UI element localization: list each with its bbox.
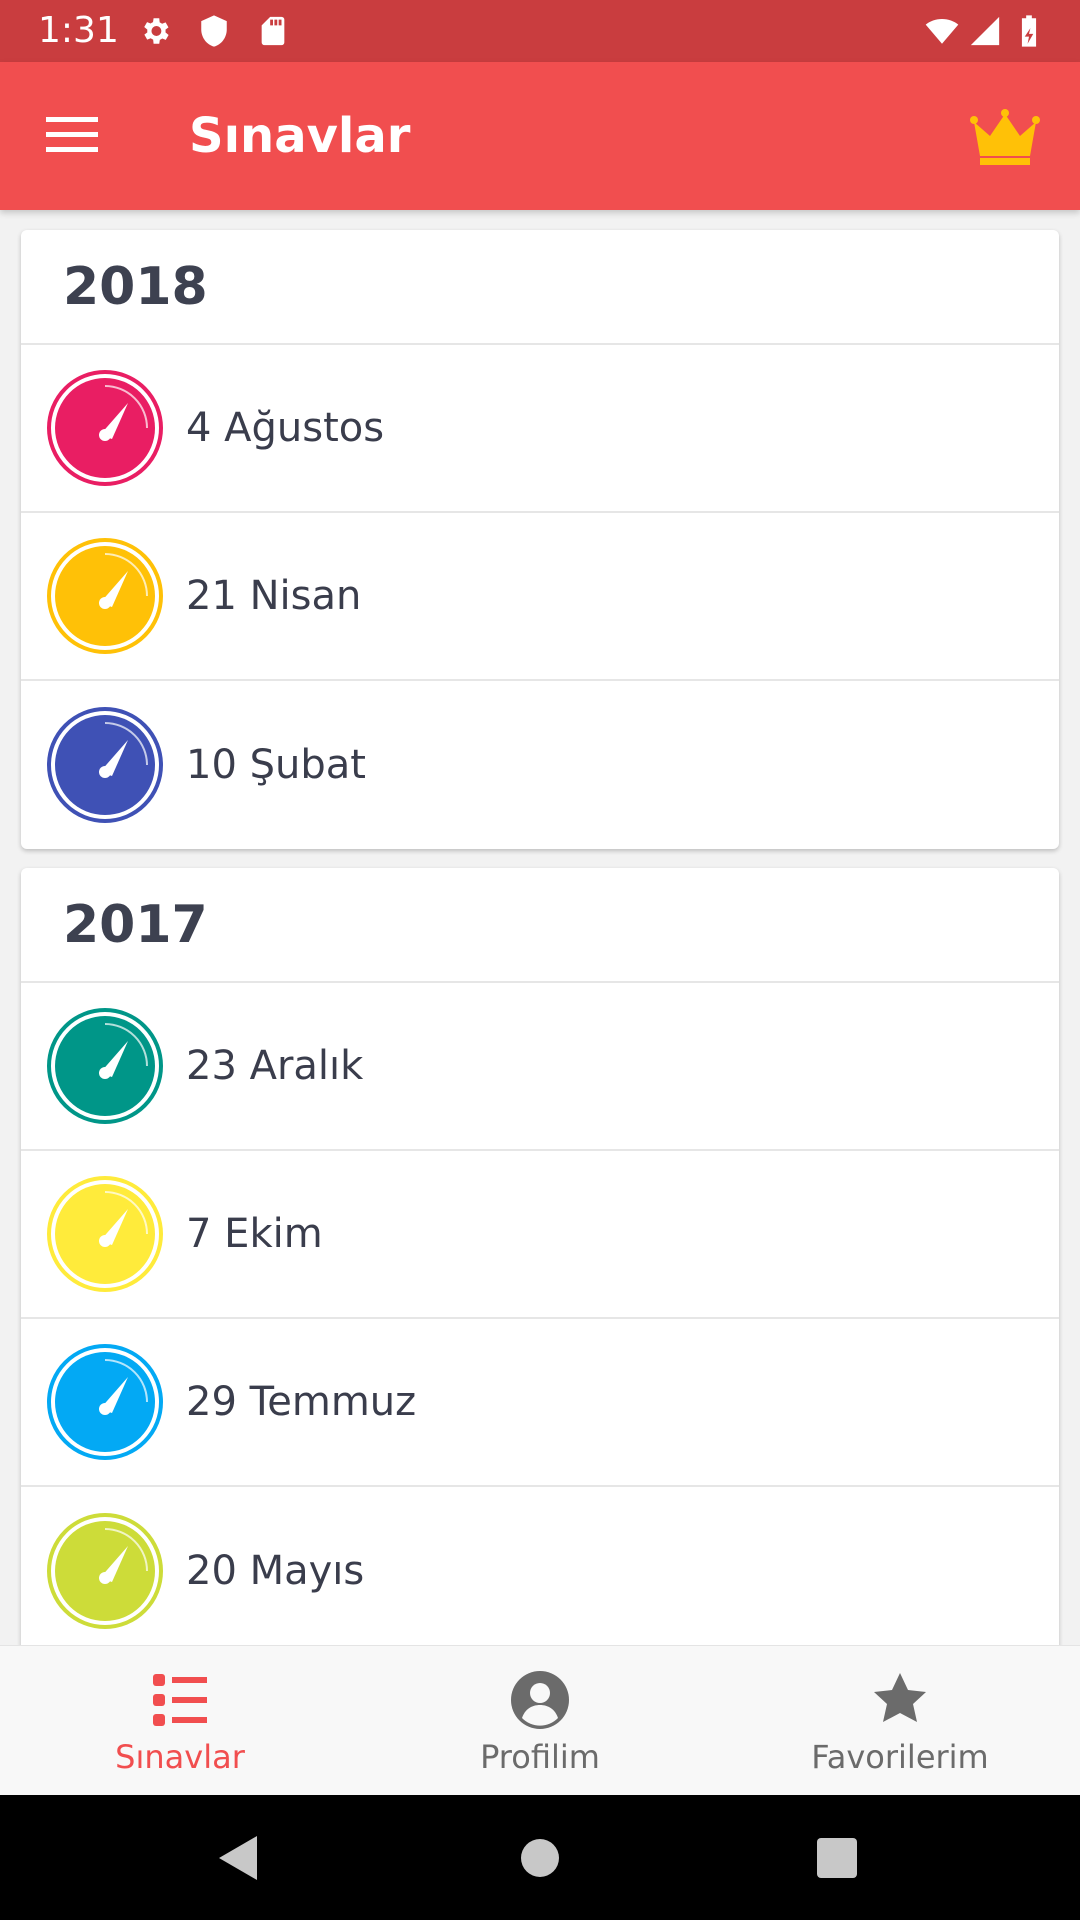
exam-list: 2018 4 Ağustos 21 Nisan 10 Şubat 2017 23… [0, 210, 1080, 1645]
year-card-2018: 2018 4 Ağustos 21 Nisan 10 Şubat [21, 230, 1059, 849]
year-header: 2017 [21, 868, 1059, 983]
speedometer-icon [47, 1176, 163, 1292]
nav-label: Sınavlar [115, 1738, 245, 1776]
status-time: 1:31 [38, 10, 119, 51]
nav-label: Profilim [480, 1738, 600, 1776]
exam-label: 23 Aralık [186, 1043, 364, 1089]
exam-label: 29 Temmuz [186, 1379, 417, 1425]
speedometer-icon [47, 1513, 163, 1629]
exam-row[interactable]: 23 Aralık [21, 983, 1059, 1151]
nav-tab-profilim[interactable]: Profilim [360, 1646, 720, 1796]
app-bar: Sınavlar [0, 62, 1080, 210]
year-header: 2018 [21, 230, 1059, 345]
speedometer-icon [47, 538, 163, 654]
exam-label: 21 Nisan [186, 573, 362, 619]
menu-icon[interactable] [46, 114, 100, 156]
exam-label: 4 Ağustos [186, 405, 385, 451]
bottom-navigation: Sınavlar Profilim Favorilerim [0, 1645, 1080, 1795]
back-button[interactable] [211, 1829, 269, 1887]
system-navigation-bar [0, 1795, 1080, 1920]
nav-tab-favorilerim[interactable]: Favorilerim [720, 1646, 1080, 1796]
exam-row[interactable]: 10 Şubat [21, 681, 1059, 849]
speedometer-icon [47, 1008, 163, 1124]
recents-button[interactable] [808, 1829, 866, 1887]
page-title: Sınavlar [189, 108, 411, 164]
exam-row[interactable]: 7 Ekim [21, 1151, 1059, 1319]
exam-label: 10 Şubat [186, 742, 366, 788]
list-icon [153, 1674, 207, 1726]
nav-tab-sinavlar[interactable]: Sınavlar [0, 1646, 360, 1796]
exam-row[interactable]: 20 Mayıs [21, 1487, 1059, 1645]
exam-label: 20 Mayıs [186, 1548, 365, 1594]
profile-icon [511, 1671, 569, 1729]
exam-row[interactable]: 21 Nisan [21, 513, 1059, 681]
speedometer-icon [47, 1344, 163, 1460]
wifi-icon [925, 18, 959, 44]
star-icon [874, 1673, 926, 1722]
shield-icon [201, 15, 227, 47]
speedometer-icon [47, 370, 163, 486]
crown-icon[interactable] [970, 108, 1040, 168]
speedometer-icon [47, 707, 163, 823]
exam-label: 7 Ekim [186, 1211, 323, 1257]
status-bar: 1:31 [0, 0, 1080, 62]
battery-icon [1021, 15, 1037, 47]
exam-row[interactable]: 29 Temmuz [21, 1319, 1059, 1487]
year-card-2017: 2017 23 Aralık 7 Ekim 29 Temmuz 20 Mayıs [21, 868, 1059, 1645]
exam-row[interactable]: 4 Ağustos [21, 345, 1059, 513]
nav-label: Favorilerim [811, 1738, 989, 1776]
home-button[interactable] [511, 1829, 569, 1887]
sd-card-icon [261, 16, 285, 46]
signal-icon [970, 16, 1000, 46]
gear-icon [144, 18, 169, 44]
